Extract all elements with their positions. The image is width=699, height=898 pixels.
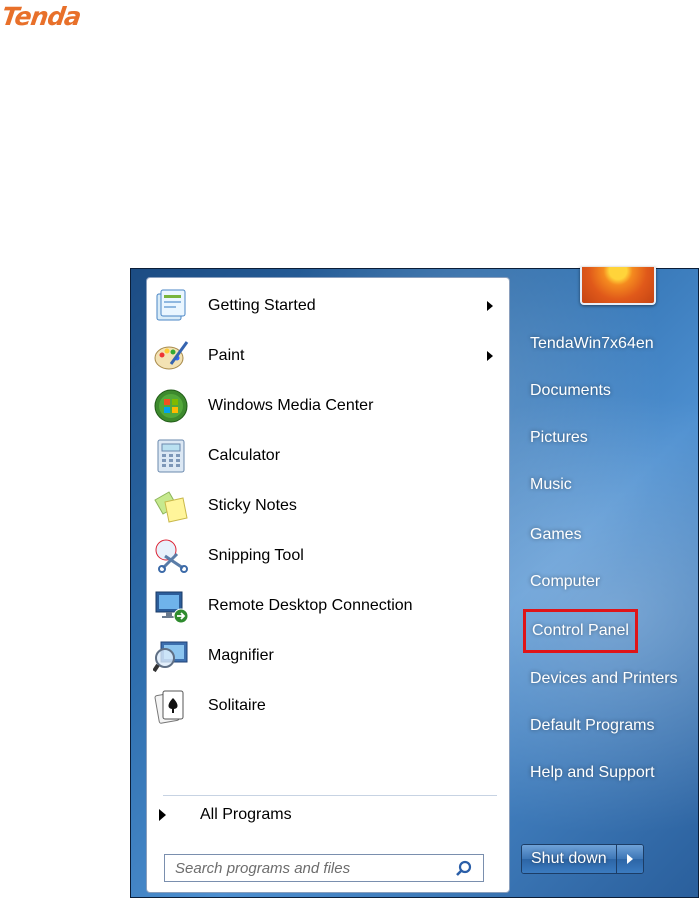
program-label: Paint [208, 347, 245, 364]
program-label: Calculator [208, 447, 281, 464]
magnifier-icon [152, 637, 190, 675]
program-label: Sticky Notes [208, 497, 297, 514]
right-item-label: Games [530, 526, 582, 543]
chevron-right-icon [626, 854, 633, 864]
right-item-help-and-support[interactable]: Help and Support [523, 758, 662, 788]
shutdown-options-button[interactable] [616, 845, 643, 873]
program-remote-desktop[interactable]: Remote Desktop Connection [151, 582, 501, 630]
program-label: Magnifier [208, 647, 274, 664]
right-item-computer[interactable]: Computer [523, 567, 607, 597]
right-item-label: Documents [530, 382, 611, 399]
search-box[interactable] [164, 854, 484, 882]
program-sticky-notes[interactable]: Sticky Notes [151, 482, 501, 530]
search-input[interactable] [173, 858, 447, 878]
program-label: Solitaire [208, 697, 266, 714]
shutdown-label: Shut down [531, 850, 607, 867]
submenu-arrow-icon[interactable] [487, 301, 493, 311]
solitaire-icon [152, 687, 190, 725]
program-magnifier[interactable]: Magnifier [151, 632, 501, 680]
calculator-icon [152, 437, 190, 475]
right-item-label: Pictures [530, 429, 588, 446]
program-getting-started[interactable]: Getting Started [151, 282, 501, 330]
right-item-label: Help and Support [530, 764, 655, 781]
program-label: Remote Desktop Connection [208, 597, 413, 614]
remote-desktop-icon [152, 587, 190, 625]
program-windows-media-center[interactable]: Windows Media Center [151, 382, 501, 430]
program-label: Getting Started [208, 297, 316, 314]
user-account-picture[interactable] [580, 267, 656, 305]
program-label: Snipping Tool [208, 547, 304, 564]
right-item-label: Default Programs [530, 717, 655, 734]
divider [163, 795, 497, 796]
program-snipping-tool[interactable]: Snipping Tool [151, 532, 501, 580]
right-item-games[interactable]: Games [523, 520, 589, 550]
program-paint[interactable]: Paint [151, 332, 501, 380]
right-item-label: Music [530, 476, 572, 493]
right-item-label: Control Panel [532, 622, 629, 639]
logo-text: Tenda [0, 2, 83, 31]
right-item-documents[interactable]: Documents [523, 376, 618, 406]
getting-started-icon [152, 287, 190, 325]
programs-pane: Getting Started Paint Windows Media Cent… [146, 277, 510, 893]
paint-icon [152, 337, 190, 375]
sticky-notes-icon [152, 487, 190, 525]
right-item-control-panel[interactable]: Control Panel [523, 609, 638, 653]
all-programs-button[interactable]: All Programs [159, 802, 292, 828]
right-item-label: Devices and Printers [530, 670, 678, 687]
program-solitaire[interactable]: Solitaire [151, 682, 501, 730]
right-item-label: Computer [530, 573, 601, 590]
start-menu: Getting Started Paint Windows Media Cent… [130, 267, 699, 898]
submenu-arrow-icon[interactable] [487, 351, 493, 361]
program-calculator[interactable]: Calculator [151, 432, 501, 480]
right-item-devices-and-printers[interactable]: Devices and Printers [523, 664, 685, 694]
expand-arrow-icon [159, 809, 166, 821]
program-label: Windows Media Center [208, 397, 374, 414]
snipping-tool-icon [152, 537, 190, 575]
shutdown-control: Shut down [521, 844, 644, 874]
right-item-label: TendaWin7x64en [530, 335, 654, 352]
search-icon[interactable] [455, 860, 473, 878]
right-item-default-programs[interactable]: Default Programs [523, 711, 662, 741]
windows-media-center-icon [152, 387, 190, 425]
right-item-user[interactable]: TendaWin7x64en [523, 329, 661, 359]
all-programs-label: All Programs [200, 806, 292, 823]
tenda-logo: Tenda [0, 2, 82, 31]
shutdown-button[interactable]: Shut down [522, 845, 617, 873]
right-item-pictures[interactable]: Pictures [523, 423, 595, 453]
right-item-music[interactable]: Music [523, 470, 579, 500]
